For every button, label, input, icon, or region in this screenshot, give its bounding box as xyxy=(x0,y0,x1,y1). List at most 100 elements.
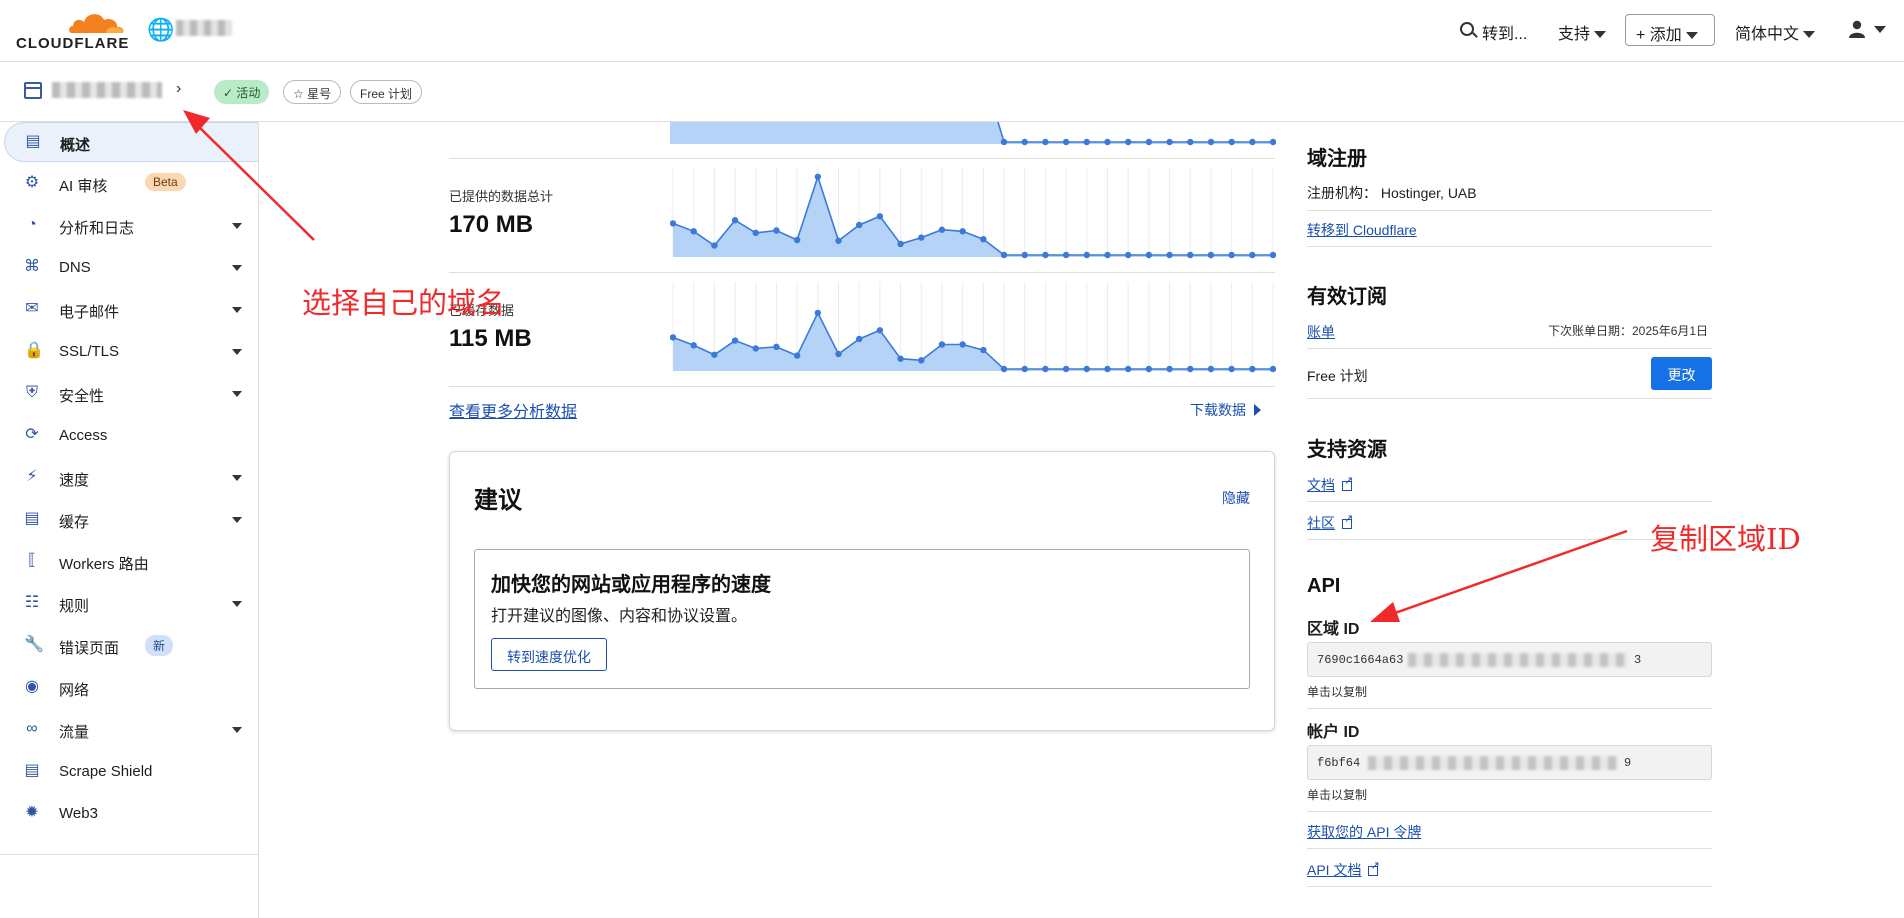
chevron-down-icon xyxy=(232,349,242,355)
robot-icon: ⚙ xyxy=(24,174,40,191)
sidebar-item[interactable]: 🔧 错误页面 新 xyxy=(0,626,258,666)
chart-point xyxy=(773,343,780,351)
account-id-label: 帐户 ID xyxy=(1307,724,1360,741)
sidebar-item[interactable]: ⚙ AI 审核 Beta xyxy=(0,164,258,204)
network-icon: ⌘ xyxy=(24,258,40,275)
clipboard-icon: ▤ xyxy=(25,133,41,150)
api-docs-link[interactable]: API 文档 xyxy=(1307,859,1380,880)
add-button[interactable]: + 添加 xyxy=(1625,14,1715,46)
account-id-redacted xyxy=(1368,756,1618,770)
sidebar-badge: Beta xyxy=(145,173,186,191)
plan-badge[interactable]: Free 计划 xyxy=(350,80,423,104)
sidebar-item[interactable]: ⟳ Access xyxy=(0,416,258,456)
api-docs-label: API 文档 xyxy=(1307,862,1362,878)
transfer-link[interactable]: 转移到 Cloudflare xyxy=(1307,220,1417,240)
user-icon[interactable] xyxy=(1848,20,1866,38)
chart-point xyxy=(835,237,842,244)
divider xyxy=(1307,501,1712,502)
sidebar-item[interactable]: ⚡ 速度 xyxy=(0,458,258,498)
chevron-down-icon xyxy=(232,265,242,271)
change-plan-button[interactable]: 更改 xyxy=(1651,357,1712,390)
sidebar-item-label: AI 审核 xyxy=(59,178,108,195)
docs-link[interactable]: 文档 xyxy=(1307,474,1353,495)
cloudflare-logo[interactable]: CLOUDFLARE xyxy=(14,9,128,52)
copy-hint: 单击以复制 xyxy=(1307,788,1368,802)
sidebar-item[interactable]: 🔒 SSL/TLS xyxy=(0,332,258,372)
zone-name-redacted[interactable] xyxy=(52,82,162,98)
api-token-link[interactable]: 获取您的 API 令牌 xyxy=(1307,822,1421,842)
sidebar-item[interactable]: ∞ 流量 xyxy=(0,710,258,750)
chart-point xyxy=(1145,251,1153,259)
download-data-link[interactable]: 下载数据 xyxy=(1190,400,1261,420)
cached-data-chart[interactable] xyxy=(670,282,1276,374)
status-label: 活动 xyxy=(236,86,261,100)
chart-point xyxy=(1207,138,1215,146)
chevron-down-icon xyxy=(232,391,242,397)
annotation-copy-zone-id: 复制区域ID xyxy=(1650,522,1801,556)
sidebar-item[interactable]: ◔ 分析和日志 xyxy=(0,206,258,246)
chart-point xyxy=(793,352,801,359)
sidebar-item[interactable]: ◉ 网络 xyxy=(0,668,258,708)
user-menu-chevron-icon[interactable] xyxy=(1874,26,1886,33)
support-menu[interactable]: 支持 xyxy=(1558,20,1607,44)
chart-point xyxy=(1062,138,1070,146)
community-link[interactable]: 社区 xyxy=(1307,512,1353,533)
divider xyxy=(449,386,1275,387)
chart-point xyxy=(1166,251,1173,259)
chart-value: 115 MB xyxy=(449,325,532,352)
billing-link[interactable]: 账单 xyxy=(1307,322,1335,342)
chart-point xyxy=(1145,365,1153,373)
sidebar-item[interactable]: ✉ 电子邮件 xyxy=(0,290,258,330)
sidebar-item-label: 错误页面 xyxy=(59,640,120,657)
account-id-suffix: 9 xyxy=(1624,756,1632,770)
account-name-redacted[interactable] xyxy=(176,20,232,36)
bolt-icon: ⚡ xyxy=(26,468,38,485)
chevron-up-down-icon[interactable]: › xyxy=(176,80,181,98)
chart-point xyxy=(690,228,697,235)
lock-icon: 🔒 xyxy=(24,342,44,359)
chart-point xyxy=(1083,138,1090,146)
external-link-icon xyxy=(1368,859,1380,876)
sidebar-item[interactable]: ✹ Web3 xyxy=(0,794,258,834)
account-id-field[interactable]: f6bf64 9 xyxy=(1307,745,1712,780)
workers-icon: ⟦ xyxy=(28,552,36,569)
chart-point xyxy=(1187,251,1194,259)
chart-point xyxy=(1249,138,1256,146)
sidebar-item[interactable]: ▤ Scrape Shield xyxy=(0,752,258,792)
chart-point xyxy=(918,234,925,241)
speed-optimization-button[interactable]: 转到速度优化 xyxy=(491,638,607,671)
sidebar-item[interactable]: ⟦ Workers 路由 xyxy=(0,542,258,582)
top-header: CLOUDFLARE 🌐 转到... 支持 + 添加 简体中文 xyxy=(0,0,1904,62)
served-data-chart[interactable] xyxy=(670,168,1276,260)
download-label: 下载数据 xyxy=(1190,402,1246,418)
search-icon[interactable] xyxy=(1460,22,1474,36)
sidebar-item-label: 流量 xyxy=(59,724,90,741)
external-link-icon xyxy=(1342,512,1353,529)
sidebar-item[interactable]: ▤ 缓存 xyxy=(0,500,258,540)
sidebar-item[interactable]: ☷ 规则 xyxy=(0,584,258,624)
hide-button[interactable]: 隐藏 xyxy=(1222,488,1250,508)
language-menu[interactable]: 简体中文 xyxy=(1735,20,1816,44)
chart-area xyxy=(673,176,1273,257)
sidebar-item[interactable]: ⌘ DNS xyxy=(0,248,258,288)
chart-value: 170 MB xyxy=(449,211,534,238)
zone-id-field[interactable]: 7690c1664a63 3 xyxy=(1307,642,1712,677)
chart-fragment-top xyxy=(670,122,1276,146)
chart-point xyxy=(814,309,822,317)
chart-point xyxy=(1083,365,1090,373)
chart-point xyxy=(959,228,966,235)
chart-point xyxy=(670,334,677,341)
sidebar-item-label: Scrape Shield xyxy=(59,763,153,780)
star-button[interactable]: ☆ 星号 xyxy=(283,80,342,104)
chart-point xyxy=(1187,365,1194,373)
chart-point xyxy=(1000,251,1008,259)
chart-point xyxy=(711,242,718,249)
search-button[interactable]: 转到... xyxy=(1482,20,1527,44)
sidebar-item[interactable]: ▤ 概述 xyxy=(4,122,258,162)
chart-point xyxy=(1062,365,1070,373)
more-analytics-link[interactable]: 查看更多分析数据 xyxy=(449,398,577,422)
globe-icon[interactable]: 🌐 xyxy=(147,17,174,43)
sidebar-item[interactable]: ⛨ 安全性 xyxy=(0,374,258,414)
chart-point xyxy=(1145,138,1153,146)
chart-point xyxy=(1104,138,1111,146)
